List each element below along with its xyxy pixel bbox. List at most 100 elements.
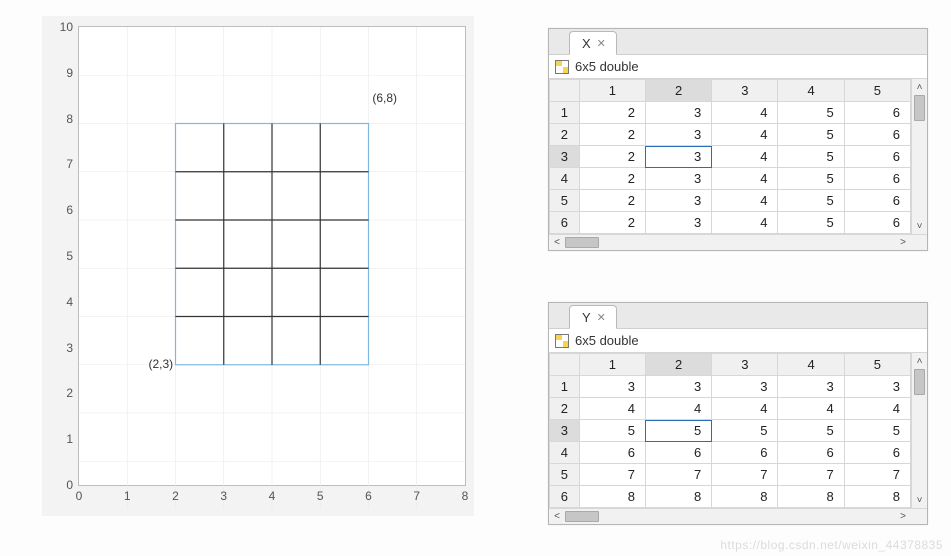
col-header[interactable]: 1 [579, 80, 645, 102]
table-row[interactable]: 2 2 3 4 5 6 [550, 124, 911, 146]
horizontal-scrollbar[interactable]: < > [549, 508, 927, 524]
cell[interactable]: 5 [778, 124, 844, 146]
cell[interactable]: 5 [778, 212, 844, 234]
scroll-right-icon[interactable]: > [895, 237, 911, 248]
cell[interactable]: 5 [579, 420, 645, 442]
scroll-right-icon[interactable]: > [895, 511, 911, 522]
tab-y[interactable]: Y ✕ [569, 305, 617, 329]
cell[interactable]: 2 [579, 168, 645, 190]
cell[interactable]: 5 [844, 420, 910, 442]
cell[interactable]: 2 [579, 212, 645, 234]
cell[interactable]: 6 [844, 190, 910, 212]
table-row[interactable]: 3 2 3 4 5 6 [550, 146, 911, 168]
cell[interactable]: 3 [645, 376, 711, 398]
cell[interactable]: 3 [645, 124, 711, 146]
cell[interactable]: 3 [712, 376, 778, 398]
col-header[interactable]: 5 [844, 354, 910, 376]
scroll-track[interactable] [912, 95, 927, 218]
cell[interactable]: 3 [645, 168, 711, 190]
cell[interactable]: 8 [778, 486, 844, 508]
table-row[interactable]: 2 4 4 4 4 4 [550, 398, 911, 420]
cell[interactable]: 6 [844, 102, 910, 124]
cell[interactable]: 3 [778, 376, 844, 398]
row-header[interactable]: 4 [550, 168, 580, 190]
cell[interactable]: 4 [712, 190, 778, 212]
cell[interactable]: 4 [712, 146, 778, 168]
vertical-scrollbar[interactable]: ˄ ˅ [911, 79, 927, 234]
cell[interactable]: 3 [645, 190, 711, 212]
cell[interactable]: 3 [844, 376, 910, 398]
cell[interactable]: 5 [778, 420, 844, 442]
row-header[interactable]: 3 [550, 146, 580, 168]
cell[interactable]: 2 [579, 102, 645, 124]
cell[interactable]: 2 [579, 146, 645, 168]
row-header[interactable]: 1 [550, 376, 580, 398]
horizontal-scrollbar[interactable]: < > [549, 234, 927, 250]
cell[interactable]: 6 [579, 442, 645, 464]
cell[interactable]: 6 [778, 442, 844, 464]
cell[interactable]: 4 [712, 212, 778, 234]
row-header[interactable]: 5 [550, 190, 580, 212]
col-header[interactable]: 3 [712, 80, 778, 102]
table-row[interactable]: 1 3 3 3 3 3 [550, 376, 911, 398]
scroll-track[interactable] [565, 509, 895, 524]
row-header[interactable]: 2 [550, 398, 580, 420]
col-header[interactable]: 4 [778, 354, 844, 376]
cell[interactable]: 4 [712, 102, 778, 124]
col-header[interactable]: 4 [778, 80, 844, 102]
row-header[interactable]: 6 [550, 212, 580, 234]
cell[interactable]: 5 [778, 102, 844, 124]
scroll-thumb[interactable] [565, 237, 599, 248]
cell[interactable]: 4 [712, 168, 778, 190]
table-row[interactable]: 5 7 7 7 7 7 [550, 464, 911, 486]
scroll-left-icon[interactable]: < [549, 237, 565, 248]
cell[interactable]: 5 [712, 420, 778, 442]
cell[interactable]: 4 [844, 398, 910, 420]
row-header[interactable]: 1 [550, 102, 580, 124]
table-row[interactable]: 4 6 6 6 6 6 [550, 442, 911, 464]
row-header[interactable]: 5 [550, 464, 580, 486]
cell[interactable]: 3 [645, 102, 711, 124]
cell[interactable]: 6 [712, 442, 778, 464]
col-header[interactable]: 2 [645, 80, 711, 102]
cell[interactable]: 4 [712, 398, 778, 420]
cell[interactable]: 6 [844, 168, 910, 190]
cell[interactable]: 6 [844, 442, 910, 464]
row-header[interactable]: 3 [550, 420, 580, 442]
row-header[interactable]: 4 [550, 442, 580, 464]
cell[interactable]: 8 [712, 486, 778, 508]
scroll-thumb[interactable] [914, 95, 925, 121]
col-header[interactable]: 1 [579, 354, 645, 376]
scroll-left-icon[interactable]: < [549, 511, 565, 522]
cell[interactable]: 4 [645, 398, 711, 420]
scroll-track[interactable] [912, 369, 927, 492]
cell-selected[interactable]: 3 [645, 146, 711, 168]
cell[interactable]: 6 [844, 212, 910, 234]
vertical-scrollbar[interactable]: ˄ ˅ [911, 353, 927, 508]
variable-table-x[interactable]: 1 2 3 4 5 1 2 3 4 5 6 2 2 3 4 5 6 [549, 79, 911, 234]
axes-area[interactable]: 0 1 2 3 4 5 6 7 8 9 10 0 1 2 3 4 5 6 7 8… [78, 26, 466, 486]
cell[interactable]: 4 [778, 398, 844, 420]
close-icon[interactable]: ✕ [597, 311, 606, 324]
cell[interactable]: 3 [645, 212, 711, 234]
cell[interactable]: 7 [579, 464, 645, 486]
col-header[interactable]: 3 [712, 354, 778, 376]
scroll-up-icon[interactable]: ˄ [912, 353, 927, 369]
table-row[interactable]: 4 2 3 4 5 6 [550, 168, 911, 190]
scroll-down-icon[interactable]: ˅ [912, 218, 927, 234]
scroll-thumb[interactable] [565, 511, 599, 522]
table-row[interactable]: 1 2 3 4 5 6 [550, 102, 911, 124]
cell[interactable]: 7 [712, 464, 778, 486]
cell[interactable]: 3 [579, 376, 645, 398]
cell[interactable]: 7 [778, 464, 844, 486]
col-header[interactable]: 5 [844, 80, 910, 102]
cell[interactable]: 2 [579, 124, 645, 146]
cell[interactable]: 7 [645, 464, 711, 486]
cell[interactable]: 5 [778, 190, 844, 212]
cell[interactable]: 5 [778, 146, 844, 168]
variable-table-y[interactable]: 1 2 3 4 5 1 3 3 3 3 3 2 4 4 4 4 4 [549, 353, 911, 508]
close-icon[interactable]: ✕ [597, 37, 606, 50]
cell[interactable]: 8 [579, 486, 645, 508]
table-row[interactable]: 5 2 3 4 5 6 [550, 190, 911, 212]
tab-x[interactable]: X ✕ [569, 31, 617, 55]
